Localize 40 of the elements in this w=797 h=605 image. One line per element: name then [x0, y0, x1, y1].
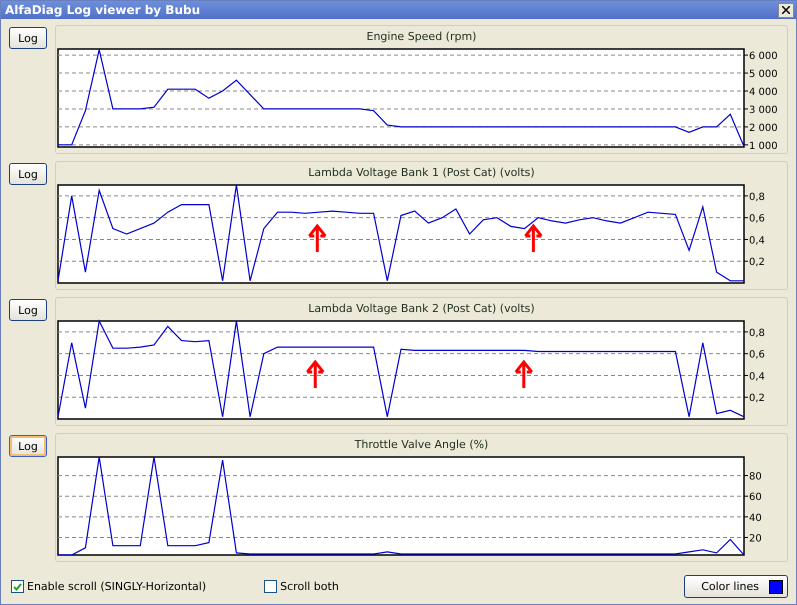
axis-tick-label: 2 000 — [749, 122, 778, 134]
axis-tick-label: 0,8 — [749, 192, 765, 203]
axis-tick-label: 0,2 — [749, 393, 765, 404]
axis-tick-label: 0,2 — [749, 257, 765, 268]
up-arrow — [306, 360, 324, 388]
axis-tick-label: 5 000 — [749, 69, 778, 80]
axis-tick-label: 3 000 — [749, 104, 778, 116]
color-lines-button[interactable]: Color lines — [684, 575, 788, 598]
chart-title: Engine Speed (rpm) — [366, 30, 476, 43]
axis-tick-label: 0,8 — [749, 328, 765, 339]
up-arrow — [308, 224, 326, 252]
checkbox-label: Scroll both — [280, 580, 339, 593]
axis-tick-label: 0,4 — [749, 371, 765, 382]
checkbox[interactable] — [264, 580, 278, 593]
axis-tick-label: 80 — [749, 472, 762, 483]
up-arrow — [524, 224, 543, 252]
chart-title: Lambda Voltage Bank 1 (Post Cat) (volts) — [308, 166, 535, 179]
close-icon — [782, 6, 790, 14]
log-button[interactable]: Log — [9, 27, 47, 49]
chart-title: Throttle Valve Angle (%) — [354, 438, 488, 451]
axis-tick-label: 1 000 — [749, 140, 778, 152]
window-title: AlfaDiag Log viewer by Bubu — [5, 3, 200, 17]
checkbox[interactable] — [11, 580, 24, 593]
axis-tick-label: 20 — [749, 533, 762, 544]
axis-tick-label: 0,4 — [749, 235, 765, 246]
log-button[interactable]: Log — [9, 163, 47, 185]
log-button[interactable]: Log — [9, 435, 47, 457]
axis-tick-label: 0,6 — [749, 214, 765, 225]
axis-tick-label: 4 000 — [749, 87, 778, 98]
checkbox-label: Enable scroll (SINGLY-Horizontal) — [27, 580, 206, 593]
up-arrow — [514, 360, 533, 388]
check-icon — [13, 582, 22, 590]
axis-tick-label: 40 — [749, 512, 762, 524]
close-button[interactable] — [778, 2, 794, 18]
chart-title: Lambda Voltage Bank 2 (Post Cat) (volts) — [308, 302, 535, 315]
axis-tick-label: 60 — [749, 492, 762, 504]
axis-tick-label: 6 000 — [749, 51, 778, 62]
axis-tick-label: 0,6 — [749, 350, 765, 361]
log-button[interactable]: Log — [9, 299, 47, 321]
color-swatch — [769, 580, 783, 594]
